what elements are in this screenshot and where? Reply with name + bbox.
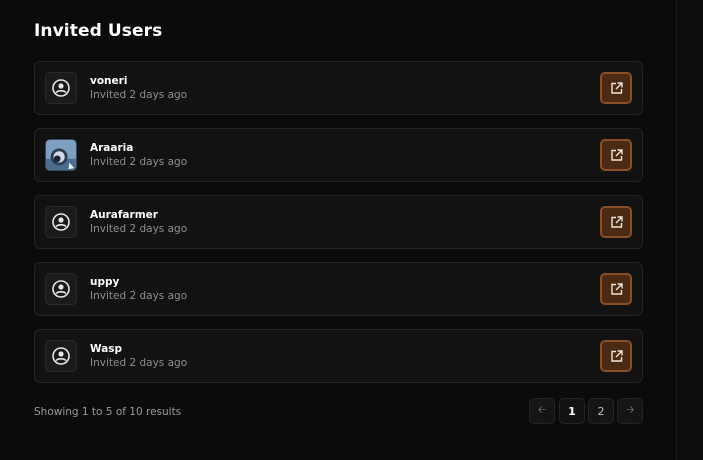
open-profile-button[interactable] [600, 206, 632, 238]
user-card: voneri Invited 2 days ago [34, 61, 643, 115]
username: Wasp [90, 343, 123, 355]
results-summary: Showing 1 to 5 of 10 results [34, 406, 182, 418]
arrow-left-icon: 🡠 [537, 404, 547, 416]
user-photo-avatar [45, 139, 77, 171]
default-avatar-icon [45, 72, 77, 104]
username: Araaria [90, 142, 134, 154]
section-title: Invited Users [34, 21, 163, 41]
open-profile-button[interactable] [600, 139, 632, 171]
page-2-button[interactable]: 2 [588, 398, 614, 424]
invited-time: Invited 2 days ago [90, 89, 188, 101]
external-link-icon [610, 215, 623, 228]
username: uppy [90, 276, 120, 288]
external-link-icon [610, 349, 623, 362]
user-card: Araaria Invited 2 days ago [34, 128, 643, 182]
external-link-icon [610, 282, 623, 295]
page-1-button[interactable]: 1 [559, 398, 585, 424]
user-card: uppy Invited 2 days ago [34, 262, 643, 316]
invited-users-page: Invited Users voneri Invited 2 days ago [0, 0, 703, 460]
invited-users-list: voneri Invited 2 days ago Araaria Invite… [34, 61, 643, 396]
default-avatar-icon [45, 340, 77, 372]
open-profile-button[interactable] [600, 340, 632, 372]
external-link-icon [610, 148, 623, 161]
next-page-button[interactable]: 🡢 [617, 398, 643, 424]
username: Aurafarmer [90, 209, 158, 221]
invited-time: Invited 2 days ago [90, 290, 188, 302]
default-avatar-icon [45, 206, 77, 238]
user-card: Aurafarmer Invited 2 days ago [34, 195, 643, 249]
arrow-right-icon: 🡢 [625, 404, 635, 416]
prev-page-button[interactable]: 🡠 [529, 398, 555, 424]
open-profile-button[interactable] [600, 72, 632, 104]
default-avatar-icon [45, 273, 77, 305]
open-profile-button[interactable] [600, 273, 632, 305]
invited-time: Invited 2 days ago [90, 223, 188, 235]
user-card: Wasp Invited 2 days ago [34, 329, 643, 383]
invited-time: Invited 2 days ago [90, 156, 188, 168]
right-pane [677, 0, 703, 460]
username: voneri [90, 75, 128, 87]
external-link-icon [610, 81, 623, 94]
invited-time: Invited 2 days ago [90, 357, 188, 369]
